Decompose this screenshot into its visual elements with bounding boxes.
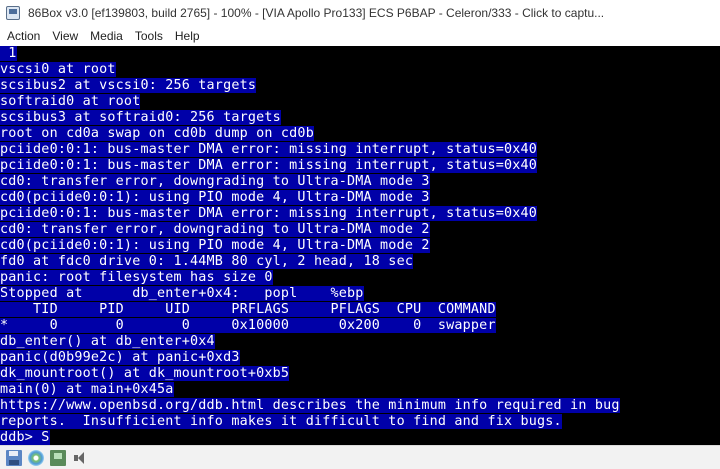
console-line: softraid0 at root bbox=[0, 94, 141, 109]
menu-action[interactable]: Action bbox=[0, 27, 46, 45]
sound-icon[interactable] bbox=[72, 450, 88, 466]
console-line: pciide0:0:1: bus-master DMA error: missi… bbox=[0, 142, 538, 157]
console-line: 1 bbox=[0, 46, 17, 61]
console-line: vscsi0 at root bbox=[0, 62, 116, 77]
cdrom-icon[interactable] bbox=[28, 449, 44, 466]
console-line: cd0: transfer error, downgrading to Ultr… bbox=[0, 174, 430, 189]
console-line: pciide0:0:1: bus-master DMA error: missi… bbox=[0, 206, 538, 221]
console-line: cd0(pciide0:0:1): using PIO mode 4, Ultr… bbox=[0, 238, 430, 253]
console-line: dk_mountroot() at dk_mountroot+0xb5 bbox=[0, 366, 290, 381]
console-prompt[interactable]: ddb> S bbox=[0, 430, 50, 445]
app-icon bbox=[6, 6, 20, 20]
title-bar[interactable]: 86Box v3.0 [ef139803, build 2765] - 100%… bbox=[0, 0, 720, 27]
menu-bar: Action View Media Tools Help bbox=[0, 26, 720, 46]
window-title: 86Box v3.0 [ef139803, build 2765] - 100%… bbox=[28, 6, 605, 20]
console-line: fd0 at fdc0 drive 0: 1.44MB 80 cyl, 2 he… bbox=[0, 254, 414, 269]
console-line: cd0(pciide0:0:1): using PIO mode 4, Ultr… bbox=[0, 190, 430, 205]
console-line: panic(d0b99e2c) at panic+0xd3 bbox=[0, 350, 240, 365]
console-line: root on cd0a swap on cd0b dump on cd0b bbox=[0, 126, 314, 141]
status-bar bbox=[0, 445, 720, 469]
console-line: panic: root filesystem has size 0 bbox=[0, 270, 273, 285]
console-line: https://www.openbsd.org/ddb.html describ… bbox=[0, 398, 620, 413]
console-line: scsibus2 at vscsi0: 256 targets bbox=[0, 78, 257, 93]
menu-help[interactable]: Help bbox=[169, 27, 206, 45]
console-line: db_enter() at db_enter+0x4 bbox=[0, 334, 215, 349]
console-line: * 0 0 0 0x10000 0x200 0 swapper bbox=[0, 318, 496, 333]
console-line: main(0) at main+0x45a bbox=[0, 382, 174, 397]
menu-media[interactable]: Media bbox=[84, 27, 129, 45]
console-line: pciide0:0:1: bus-master DMA error: missi… bbox=[0, 158, 538, 173]
menu-view[interactable]: View bbox=[46, 27, 84, 45]
console-line: reports. Insufficient info makes it diff… bbox=[0, 414, 562, 429]
console-line: Stopped at db_enter+0x4: popl %ebp bbox=[0, 286, 364, 301]
floppy-icon[interactable] bbox=[6, 449, 22, 466]
emulator-screen[interactable]: 1 vscsi0 at root scsibus2 at vscsi0: 256… bbox=[0, 46, 720, 445]
console-line: cd0: transfer error, downgrading to Ultr… bbox=[0, 222, 430, 237]
menu-tools[interactable]: Tools bbox=[129, 27, 169, 45]
console-line: scsibus3 at softraid0: 256 targets bbox=[0, 110, 281, 125]
console-line: TID PID UID PRFLAGS PFLAGS CPU COMMAND bbox=[0, 302, 496, 317]
network-icon[interactable] bbox=[50, 449, 66, 466]
